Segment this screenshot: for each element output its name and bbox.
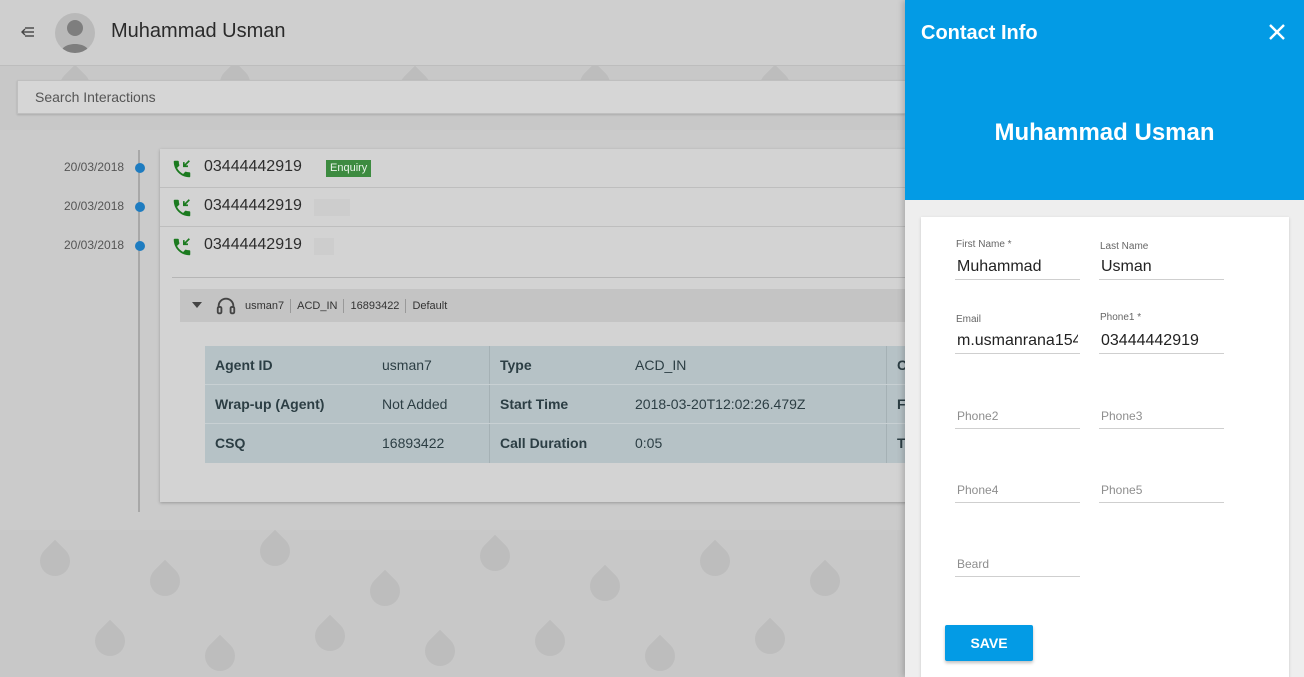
drop-decoration xyxy=(803,559,847,603)
interaction-number: 03444442919 xyxy=(204,236,302,253)
drop-decoration xyxy=(88,619,132,663)
interaction-number: 03444442919 xyxy=(204,158,302,175)
drop-decoration xyxy=(748,617,792,661)
drop-decoration xyxy=(693,539,737,583)
detail-value: 2018-03-20T12:02:26.479Z xyxy=(635,396,806,412)
drop-decoration xyxy=(363,569,407,613)
drop-decoration xyxy=(253,529,297,573)
call-details-table: Agent ID usman7 Type ACD_IN C Wrap-up (A… xyxy=(205,346,905,463)
phone5-input[interactable] xyxy=(1099,477,1224,503)
collapse-back-button[interactable] xyxy=(20,24,38,42)
drop-decoration xyxy=(528,619,572,663)
timeline-dot xyxy=(135,202,145,212)
detail-key: F xyxy=(897,396,905,412)
beard-input[interactable] xyxy=(955,551,1080,577)
divider xyxy=(172,277,905,278)
interactions-card: 03444442919 Enquiry 03444442919 03444442… xyxy=(160,149,905,502)
timeline-dot xyxy=(135,241,145,251)
phone2-input[interactable] xyxy=(955,403,1080,429)
avatar xyxy=(55,13,95,53)
detail-key: Wrap-up (Agent) xyxy=(215,396,325,412)
search-bar xyxy=(17,80,905,114)
save-button[interactable]: SAVE xyxy=(945,625,1033,661)
drop-decoration xyxy=(583,564,627,608)
interaction-row[interactable]: 03444442919 Enquiry xyxy=(160,149,905,188)
call-leg-queue: Default xyxy=(412,299,448,312)
phone1-input[interactable] xyxy=(1099,328,1224,354)
search-input[interactable] xyxy=(18,81,905,113)
detail-key: C xyxy=(897,357,905,373)
detail-value: usman7 xyxy=(382,357,432,373)
detail-key: CSQ xyxy=(215,435,246,451)
detail-key: Call Duration xyxy=(500,435,588,451)
incoming-call-icon xyxy=(173,160,191,178)
back-arrow-icon xyxy=(21,27,34,37)
table-row: CSQ 16893422 Call Duration 0:05 T xyxy=(205,424,905,463)
timeline-date: 20/03/2018 xyxy=(64,238,125,252)
empty-tag xyxy=(314,238,334,255)
detail-key: Agent ID xyxy=(215,357,273,373)
interaction-row[interactable]: 03444442919 xyxy=(160,227,905,266)
detail-value: 16893422 xyxy=(382,435,445,451)
detail-key: Type xyxy=(500,357,532,373)
panel-title: Contact Info xyxy=(921,22,1038,44)
panel-contact-name: Muhammad Usman xyxy=(994,119,1215,146)
phone1-label: Phone1 * xyxy=(1100,312,1142,323)
interaction-number: 03444442919 xyxy=(204,197,302,214)
drop-decoration xyxy=(418,629,462,673)
last-name-label: Last Name xyxy=(1100,241,1149,252)
drop-decoration xyxy=(33,539,77,583)
call-leg-bar[interactable]: usman7 ACD_IN 16893422 Default xyxy=(180,289,905,322)
contact-form: First Name * Last Name Email Phone1 * xyxy=(921,217,1289,677)
contact-header: Muhammad Usman xyxy=(0,0,905,66)
contact-info-panel: Contact Info Muhammad Usman First Name *… xyxy=(905,0,1304,677)
email-label: Email xyxy=(956,314,982,325)
call-leg-csq: 16893422 xyxy=(344,298,407,313)
close-button[interactable] xyxy=(1267,22,1287,42)
call-leg-agent: usman7 xyxy=(245,298,292,313)
main-area: Muhammad Usman 20/03/2018 20/03/2018 20/… xyxy=(0,0,905,677)
detail-value: 0:05 xyxy=(635,435,663,451)
interaction-row[interactable]: 03444442919 xyxy=(160,188,905,227)
contact-name-title: Muhammad Usman xyxy=(111,20,286,42)
call-leg-summary: usman7 ACD_IN 16893422 Default xyxy=(245,289,453,322)
detail-value: ACD_IN xyxy=(635,357,687,373)
headset-icon xyxy=(216,297,236,315)
enquiry-tag: Enquiry xyxy=(326,160,372,177)
empty-tag xyxy=(314,199,350,216)
drop-decoration xyxy=(308,614,352,658)
incoming-call-icon xyxy=(173,199,191,217)
table-row: Agent ID usman7 Type ACD_IN C xyxy=(205,346,905,385)
detail-value: Not Added xyxy=(382,396,448,412)
drop-decoration xyxy=(638,634,682,677)
drop-decoration xyxy=(473,534,517,578)
detail-key: Start Time xyxy=(500,396,569,412)
timeline-date: 20/03/2018 xyxy=(64,199,125,213)
drop-decoration xyxy=(198,634,242,677)
phone3-input[interactable] xyxy=(1099,403,1224,429)
caret-down-icon[interactable] xyxy=(192,302,202,308)
close-icon xyxy=(1269,24,1285,40)
first-name-input[interactable] xyxy=(955,254,1080,280)
call-leg-type: ACD_IN xyxy=(291,298,345,313)
panel-header: Contact Info Muhammad Usman xyxy=(905,0,1304,200)
last-name-input[interactable] xyxy=(1099,254,1224,280)
phone4-input[interactable] xyxy=(955,477,1080,503)
person-icon xyxy=(61,20,89,53)
timeline-dot xyxy=(135,163,145,173)
detail-key: T xyxy=(897,435,905,451)
drop-decoration xyxy=(143,559,187,603)
email-input[interactable] xyxy=(955,328,1080,354)
first-name-label: First Name * xyxy=(956,239,1012,250)
timeline-date: 20/03/2018 xyxy=(64,160,125,174)
incoming-call-icon xyxy=(173,238,191,256)
table-row: Wrap-up (Agent) Not Added Start Time 201… xyxy=(205,385,905,424)
